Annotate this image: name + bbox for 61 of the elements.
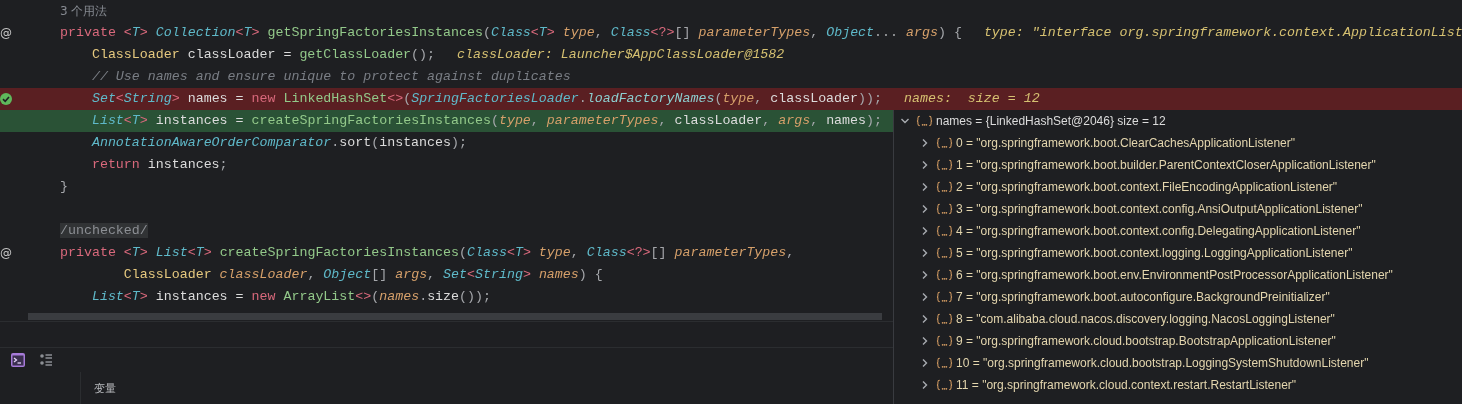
variable-value[interactable]: 4 = "org.springframework.boot.context.config.DelegatingApplicationListener" xyxy=(956,224,1361,238)
expand-chevron-icon[interactable] xyxy=(920,292,930,302)
code-line: AnnotationAwareOrderComparator.sort(instances); xyxy=(90,134,467,152)
object-icon xyxy=(936,269,953,281)
object-icon xyxy=(936,203,953,215)
variables-tab[interactable]: 变量 xyxy=(94,380,116,396)
override-marker[interactable]: @ xyxy=(0,25,12,41)
variable-value[interactable]: 0 = "org.springframework.boot.ClearCachesApplicationListener" xyxy=(956,136,1296,150)
code-line: } xyxy=(60,178,68,196)
object-icon xyxy=(936,379,953,391)
collapse-chevron-icon[interactable] xyxy=(900,116,910,126)
variable-value[interactable]: 1 = "org.springframework.boot.builder.ParentContextCloserApplicationListener" xyxy=(956,158,1376,172)
terminal-icon[interactable] xyxy=(10,352,26,368)
variable-value[interactable]: 9 = "org.springframework.cloud.bootstrap.BootstrapApplicationListener" xyxy=(956,334,1336,348)
variable-value[interactable]: 7 = "org.springframework.boot.autoconfigure.BackgroundPreinitializer" xyxy=(956,290,1330,304)
code-line: ClassLoader classLoader, Object[] args, Set<String> names) { xyxy=(122,266,603,284)
expand-chevron-icon[interactable] xyxy=(920,138,930,148)
expand-chevron-icon[interactable] xyxy=(920,182,930,192)
code-line: List<T> instances = createSpringFactoriesInstances(type, parameterTypes, classLoader, args, names); xyxy=(90,112,882,130)
expand-chevron-icon[interactable] xyxy=(920,336,930,346)
expand-chevron-icon[interactable] xyxy=(920,160,930,170)
inline-value-hint: classLoader: Launcher$AppClassLoader@1582 xyxy=(457,46,785,64)
object-icon xyxy=(936,181,953,193)
object-icon xyxy=(936,247,953,259)
breakpoint-icon[interactable] xyxy=(0,93,12,105)
variable-value[interactable]: 6 = "org.springframework.boot.env.EnvironmentPostProcessorApplicationListener" xyxy=(956,268,1393,282)
object-icon xyxy=(936,313,953,325)
override-marker[interactable]: @ xyxy=(0,245,12,261)
expand-chevron-icon[interactable] xyxy=(920,204,930,214)
object-icon xyxy=(936,335,953,347)
expand-chevron-icon[interactable] xyxy=(920,226,930,236)
expand-chevron-icon[interactable] xyxy=(920,314,930,324)
variable-value[interactable]: 11 = "org.springframework.cloud.context.restart.RestartListener" xyxy=(956,378,1297,392)
expand-chevron-icon[interactable] xyxy=(920,358,930,368)
variable-value[interactable]: 5 = "org.springframework.boot.context.logging.LoggingApplicationListener" xyxy=(956,246,1353,260)
object-icon xyxy=(936,137,953,149)
object-icon xyxy=(916,115,933,127)
variable-value[interactable]: 10 = "org.springframework.cloud.bootstrap.LoggingSystemShutdownListener" xyxy=(956,356,1369,370)
code-line: private <T> Collection<T> getSpringFactoriesInstances(Class<T> type, Class<?>[] parameterTypes, Object... args) { xyxy=(60,24,962,42)
inline-value-hint: type: "interface org.springframework.context.ApplicationList xyxy=(983,24,1462,42)
inline-value-hint: names: size = 12 xyxy=(904,90,1040,108)
scrollbar-thumb[interactable] xyxy=(28,312,882,320)
variable-value[interactable]: 2 = "org.springframework.boot.context.FileEncodingApplicationListener" xyxy=(956,180,1338,194)
code-line: Set<String> names = new LinkedHashSet<>(SpringFactoriesLoader.loadFactoryNames(type, classLoader)); xyxy=(90,90,882,108)
code-line: return instances; xyxy=(90,156,228,174)
code-line: private <T> List<T> createSpringFactoriesInstances(Class<T> type, Class<?>[] parameterTypes, xyxy=(60,244,795,262)
expand-chevron-icon[interactable] xyxy=(920,248,930,258)
object-icon xyxy=(936,357,953,369)
code-line: List<T> instances = new ArrayList<>(names.size()); xyxy=(90,288,491,306)
object-icon xyxy=(936,225,953,237)
expand-chevron-icon[interactable] xyxy=(920,270,930,280)
expand-chevron-icon[interactable] xyxy=(920,380,930,390)
usage-count[interactable]: 3 个用法 xyxy=(60,2,108,20)
variable-value[interactable]: names = {LinkedHashSet@2046} size = 12 xyxy=(936,114,1166,128)
list-icon[interactable] xyxy=(38,352,54,368)
variable-value[interactable]: 3 = "org.springframework.boot.context.config.AnsiOutputApplicationListener" xyxy=(956,202,1363,216)
code-line: // Use names and ensure unique to protect against duplicates xyxy=(90,68,571,86)
variable-value[interactable]: 8 = "com.alibaba.cloud.nacos.discovery.logging.NacosLoggingListener" xyxy=(956,312,1335,326)
code-line: ClassLoader classLoader = getClassLoader(); xyxy=(90,46,436,64)
object-icon xyxy=(936,291,953,303)
object-icon xyxy=(936,159,953,171)
